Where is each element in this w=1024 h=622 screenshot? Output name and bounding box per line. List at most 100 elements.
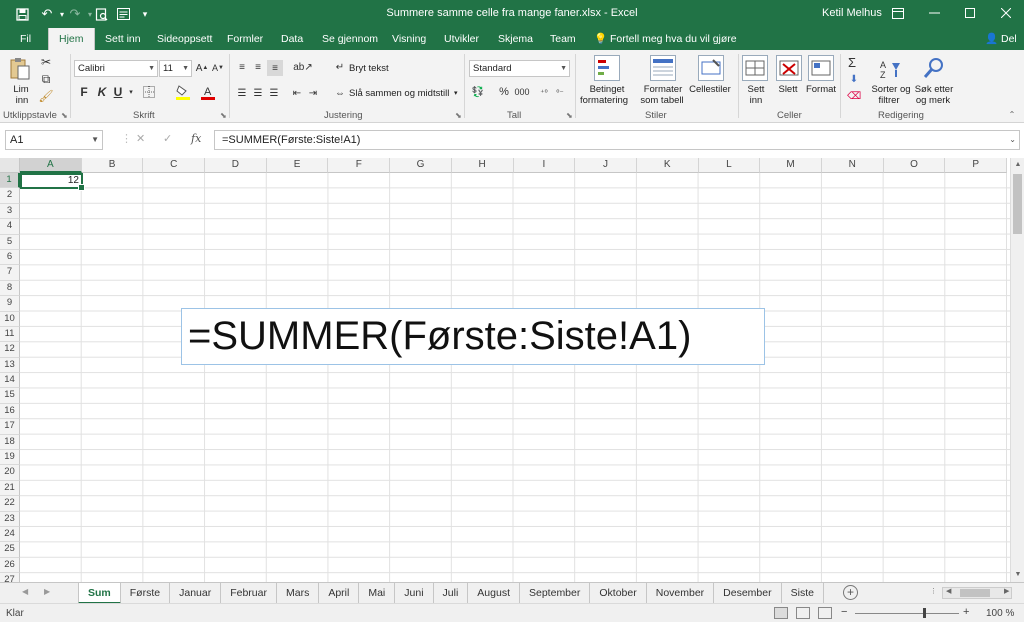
- decrease-indent-icon[interactable]: ⇤: [290, 86, 304, 100]
- increase-indent-icon[interactable]: ⇥: [306, 86, 320, 100]
- tab-formulas[interactable]: Formler: [225, 28, 265, 50]
- sheet-tab[interactable]: Oktober: [590, 583, 647, 604]
- decrease-decimal-icon[interactable]: ⁰⁻: [553, 85, 567, 99]
- scroll-right-icon[interactable]: ▶: [1004, 587, 1009, 595]
- minimize-icon[interactable]: [916, 2, 952, 24]
- tab-team[interactable]: Team: [548, 28, 578, 50]
- column-header[interactable]: O: [883, 158, 946, 173]
- column-header[interactable]: P: [945, 158, 1007, 173]
- row-header[interactable]: 18: [0, 434, 20, 451]
- scroll-thumb[interactable]: [1013, 174, 1022, 234]
- zoom-out-icon[interactable]: −: [841, 606, 847, 618]
- sheet-tab[interactable]: November: [647, 583, 715, 604]
- row-header[interactable]: 20: [0, 465, 20, 481]
- find-select-icon[interactable]: [921, 55, 947, 81]
- align-right-icon[interactable]: ☰: [267, 86, 281, 100]
- cell-area[interactable]: [20, 173, 1010, 582]
- hscroll-thumb[interactable]: [960, 589, 990, 597]
- row-header[interactable]: 25: [0, 542, 20, 558]
- delete-cells-label[interactable]: Slett: [776, 84, 800, 95]
- cancel-icon[interactable]: ✕: [136, 132, 145, 145]
- merge-center-icon[interactable]: ⇔: [333, 86, 347, 100]
- row-header[interactable]: 13: [0, 357, 20, 374]
- align-bottom-icon[interactable]: ≡: [267, 60, 283, 76]
- row-header[interactable]: 21: [0, 480, 20, 497]
- column-header[interactable]: G: [390, 158, 452, 173]
- scroll-up-icon[interactable]: ▲: [1011, 158, 1024, 172]
- tab-insert[interactable]: Sett inn: [103, 28, 143, 50]
- column-header[interactable]: M: [760, 158, 822, 173]
- zoom-in-icon[interactable]: +: [963, 606, 969, 618]
- prev-sheet-icon[interactable]: ◀: [22, 587, 28, 596]
- sheet-tab[interactable]: Siste: [782, 583, 824, 604]
- column-header[interactable]: I: [513, 158, 576, 173]
- font-color-icon[interactable]: A: [201, 84, 215, 100]
- paste-label-1[interactable]: Lim: [10, 84, 32, 95]
- row-header[interactable]: 2: [0, 188, 20, 204]
- column-header[interactable]: D: [205, 158, 267, 173]
- format-as-table-label-1[interactable]: Formater: [640, 84, 686, 95]
- merge-dropdown-icon[interactable]: ▾: [454, 88, 458, 99]
- close-icon[interactable]: [988, 2, 1024, 24]
- zoom-slider[interactable]: [855, 613, 959, 614]
- row-header[interactable]: 26: [0, 557, 20, 574]
- row-header[interactable]: 17: [0, 419, 20, 435]
- borders-icon[interactable]: [142, 85, 156, 99]
- insert-cells-icon[interactable]: [742, 55, 768, 81]
- next-sheet-icon[interactable]: ▶: [44, 587, 50, 596]
- row-header[interactable]: 22: [0, 496, 20, 512]
- copy-icon[interactable]: ⧉: [39, 72, 53, 86]
- conditional-formatting-icon[interactable]: [594, 55, 620, 81]
- align-center-icon[interactable]: ☰: [251, 86, 265, 100]
- sheet-tab[interactable]: April: [319, 583, 360, 604]
- zoom-slider-knob[interactable]: [923, 608, 926, 618]
- alignment-launcher-icon[interactable]: ⬊: [455, 111, 462, 120]
- currency-icon[interactable]: 💱: [470, 85, 486, 99]
- merge-center-button[interactable]: Slå sammen og midtstill: [349, 88, 449, 99]
- sheet-tab[interactable]: Første: [121, 583, 171, 604]
- conditional-formatting-label-2[interactable]: formatering: [578, 95, 630, 106]
- sort-filter-icon[interactable]: AZ: [877, 56, 903, 82]
- sort-filter-label-2[interactable]: filtrer: [871, 95, 907, 106]
- column-header[interactable]: K: [636, 158, 699, 173]
- paste-icon[interactable]: [9, 56, 31, 80]
- row-header[interactable]: 12: [0, 342, 20, 358]
- vertical-scrollbar[interactable]: ▲ ▼: [1010, 158, 1024, 582]
- row-header[interactable]: 23: [0, 511, 20, 527]
- percent-button[interactable]: %: [497, 85, 511, 99]
- scroll-left-icon[interactable]: ◀: [946, 587, 951, 595]
- row-header[interactable]: 16: [0, 403, 20, 420]
- insert-cells-label-1[interactable]: Sett: [745, 84, 767, 95]
- column-header[interactable]: E: [266, 158, 329, 173]
- collapse-ribbon-icon[interactable]: ⌃: [1006, 108, 1018, 120]
- increase-decimal-icon[interactable]: ⁺⁰: [537, 85, 551, 99]
- row-header[interactable]: 5: [0, 234, 20, 250]
- row-header[interactable]: 9: [0, 296, 20, 312]
- format-cells-label[interactable]: Format: [805, 84, 837, 95]
- underline-button[interactable]: U: [111, 85, 125, 99]
- add-sheet-icon[interactable]: +: [843, 585, 858, 600]
- format-as-table-icon[interactable]: [650, 55, 676, 81]
- font-size-combo[interactable]: 11 ▼: [159, 60, 192, 77]
- row-header[interactable]: 14: [0, 373, 20, 389]
- clipboard-launcher-icon[interactable]: ⬊: [61, 111, 68, 120]
- align-left-icon[interactable]: ☰: [235, 86, 249, 100]
- format-as-table-label-2[interactable]: som tabell: [636, 95, 688, 106]
- sheet-tab[interactable]: Mars: [277, 583, 320, 604]
- normal-view-icon[interactable]: [774, 607, 788, 619]
- bold-button[interactable]: F: [77, 85, 91, 99]
- ribbon-display-icon[interactable]: [880, 2, 916, 24]
- autosum-icon[interactable]: Σ: [844, 55, 860, 70]
- row-header[interactable]: 8: [0, 280, 20, 297]
- insert-function-icon[interactable]: fx: [191, 132, 201, 145]
- row-header[interactable]: 19: [0, 450, 20, 466]
- select-all-corner[interactable]: [0, 158, 20, 173]
- tab-form[interactable]: Skjema: [496, 28, 535, 50]
- row-header[interactable]: 27: [0, 573, 20, 582]
- selected-cell-a1[interactable]: 12: [20, 173, 85, 191]
- comma-style-button[interactable]: 000: [512, 85, 532, 99]
- row-header[interactable]: 6: [0, 249, 20, 266]
- horizontal-scrollbar[interactable]: ⋮ ◀ ▶: [862, 587, 1022, 600]
- page-layout-view-icon[interactable]: [796, 607, 810, 619]
- scroll-down-icon[interactable]: ▼: [1011, 568, 1024, 582]
